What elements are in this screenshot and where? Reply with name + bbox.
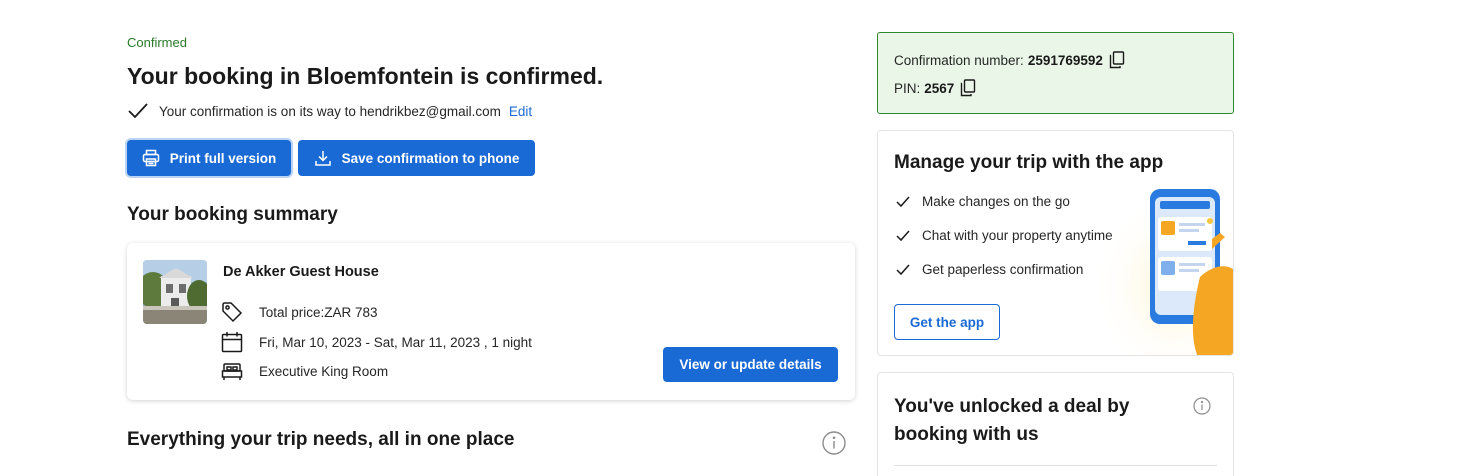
app-promo-card: Manage your trip with the app Make chang… (877, 130, 1234, 356)
download-icon (314, 149, 332, 167)
booking-summary-title: Your booking summary (127, 204, 338, 225)
app-promo-title: Manage your trip with the app (894, 152, 1164, 173)
total-price-row: Total price: ZAR 783 (221, 301, 378, 323)
pin-line: PIN: 2567 (894, 79, 976, 97)
price-value: ZAR 783 (324, 304, 378, 320)
app-feature-label: Chat with your property anytime (922, 228, 1113, 243)
confirmation-box: Confirmation number: 2591769592 PIN: 256… (877, 32, 1234, 114)
status-label: Confirmed (127, 35, 187, 50)
copy-confirmation-number-icon[interactable] (1109, 51, 1125, 69)
pin-label: PIN: (894, 80, 921, 96)
pin-value: 2567 (924, 80, 955, 96)
view-update-details-button[interactable]: View or update details (663, 347, 838, 382)
check-icon (896, 230, 910, 242)
bed-icon (221, 360, 243, 382)
tag-icon (221, 301, 243, 323)
room-row: Executive King Room (221, 360, 388, 382)
check-icon (896, 264, 910, 276)
print-full-version-button[interactable]: Print full version (127, 140, 291, 176)
copy-pin-icon[interactable] (960, 79, 976, 97)
hotel-name: De Akker Guest House (223, 264, 379, 280)
email-confirmation-line: Your confirmation is on its way to hendr… (127, 102, 532, 120)
page-title: Your booking in Bloemfontein is confirme… (127, 63, 604, 89)
app-feature-label: Get paperless confirmation (922, 262, 1084, 277)
confirmation-number-line: Confirmation number: 2591769592 (894, 51, 1125, 69)
printer-icon (142, 149, 160, 167)
room-type: Executive King Room (259, 363, 389, 379)
info-icon[interactable] (822, 431, 846, 455)
print-button-label: Print full version (169, 150, 277, 166)
app-feature-item: Make changes on the go (896, 194, 1070, 209)
calendar-icon (221, 331, 243, 353)
hotel-photo[interactable] (143, 260, 207, 324)
dates-row: Fri, Mar 10, 2023 - Sat, Mar 11, 2023 , … (221, 331, 532, 353)
email-text: Your confirmation is on its way to hendr… (159, 103, 501, 119)
save-confirmation-button[interactable]: Save confirmation to phone (298, 140, 535, 176)
stay-dates: Fri, Mar 10, 2023 - Sat, Mar 11, 2023 , … (259, 334, 532, 350)
trip-needs-title: Everything your trip needs, all in one p… (127, 429, 515, 450)
deal-title: You've unlocked a deal by booking with u… (894, 396, 1130, 445)
save-button-label: Save confirmation to phone (341, 150, 520, 166)
app-feature-label: Make changes on the go (922, 194, 1070, 209)
booking-summary-card: De Akker Guest House Total price: ZAR 783… (127, 243, 855, 400)
app-feature-item: Chat with your property anytime (896, 228, 1113, 243)
get-the-app-button[interactable]: Get the app (894, 304, 1000, 340)
confirmation-number-value: 2591769592 (1027, 52, 1103, 68)
price-label: Total price: (259, 304, 325, 320)
check-icon (127, 102, 149, 120)
phone-app-illustration (1100, 179, 1233, 355)
info-icon[interactable] (1193, 397, 1211, 415)
deal-card: You've unlocked a deal by booking with u… (877, 372, 1234, 476)
confirmation-number-label: Confirmation number: (894, 52, 1024, 68)
app-feature-item: Get paperless confirmation (896, 262, 1083, 277)
check-icon (896, 196, 910, 208)
edit-email-link[interactable]: Edit (509, 104, 532, 119)
divider (894, 465, 1217, 466)
